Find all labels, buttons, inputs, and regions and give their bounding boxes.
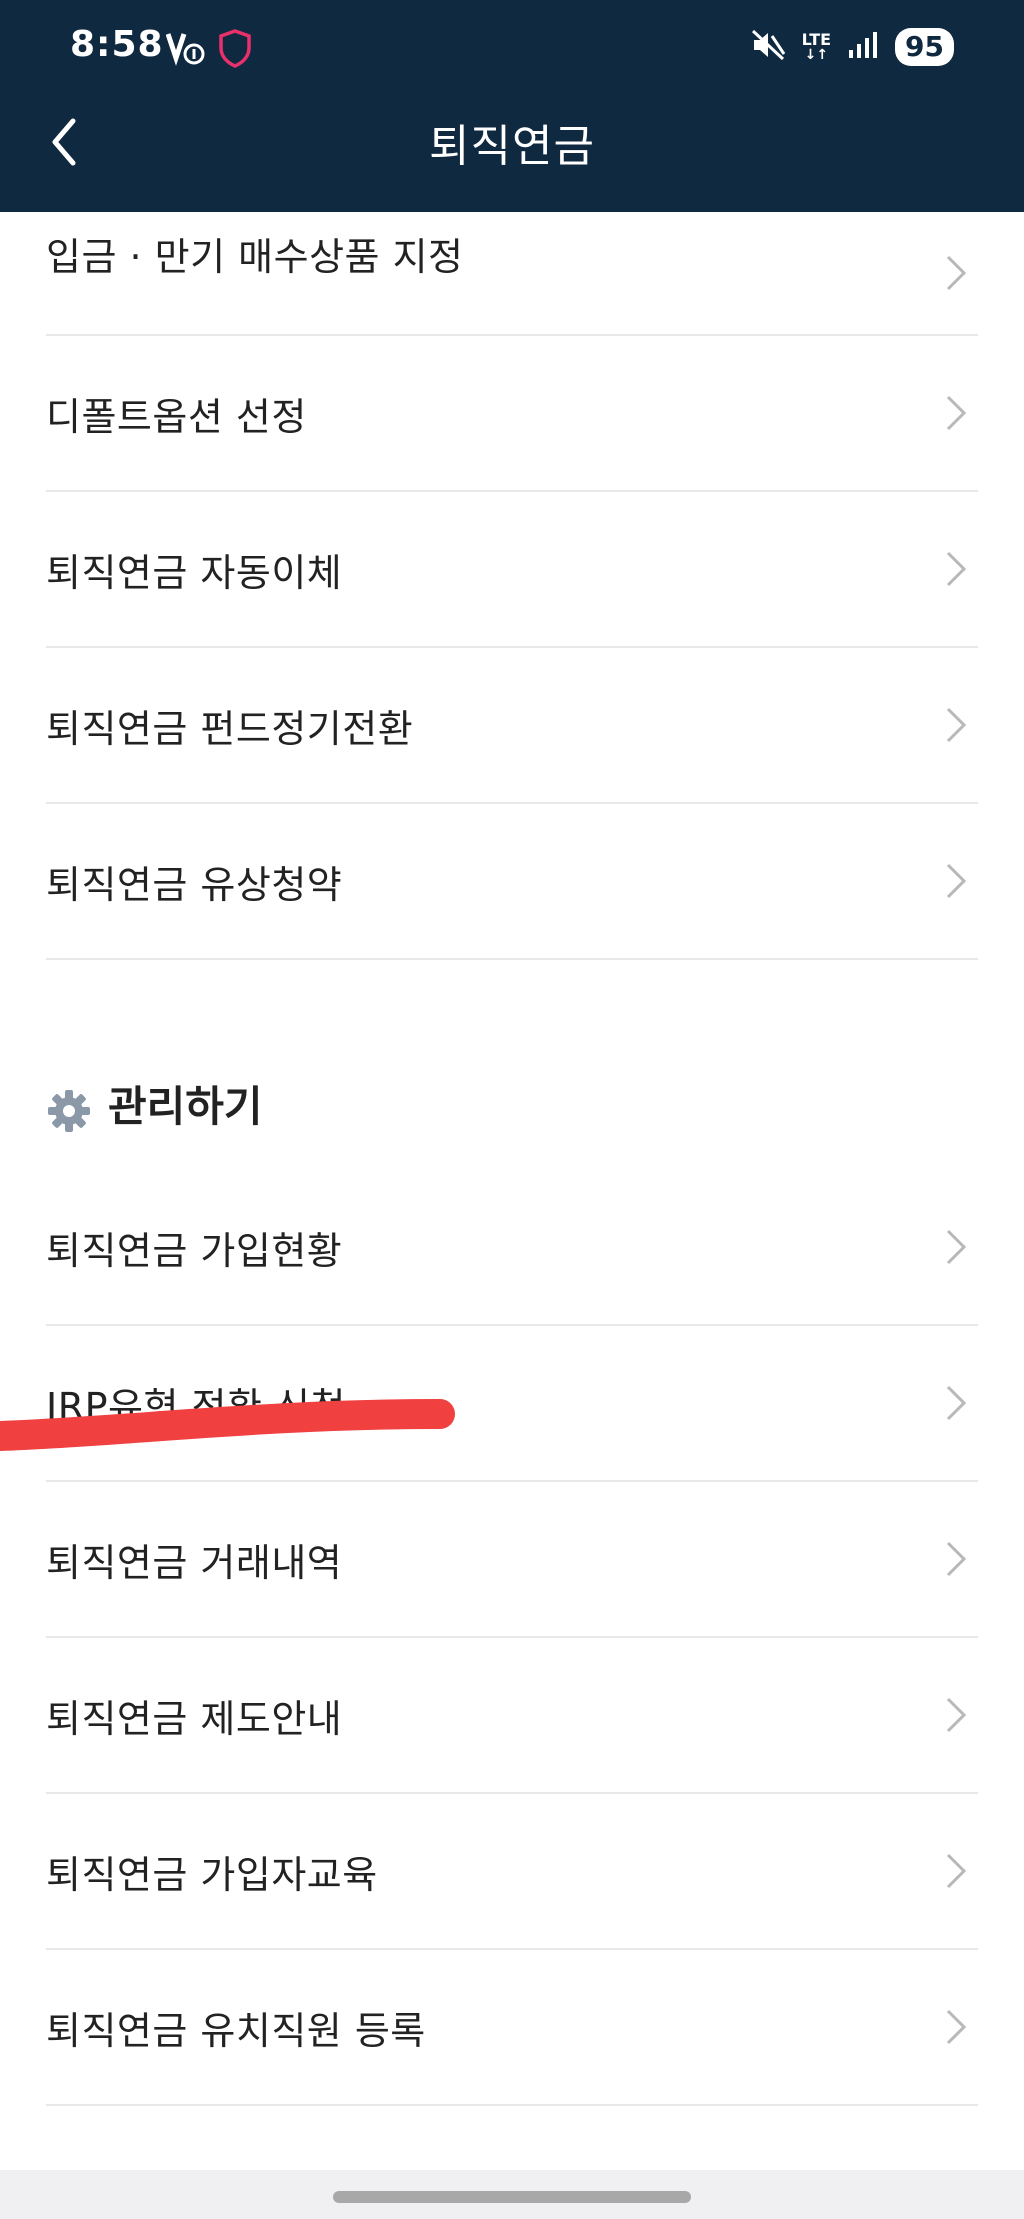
menu-item-system-guide[interactable]: 퇴직연금 제도안내	[46, 1638, 978, 1794]
page-title: 퇴직연금	[429, 121, 595, 172]
menu-item-label: 입금 · 만기 매수상품 지정	[46, 235, 464, 279]
menu-item-label: 퇴직연금 자동이체	[46, 550, 343, 595]
chevron-right-icon	[946, 863, 967, 899]
battery-indicator: 95	[895, 28, 954, 66]
menu-item-referral-staff[interactable]: 퇴직연금 유치직원 등록	[46, 1950, 978, 2106]
navigation-bar	[0, 2170, 1024, 2219]
chevron-right-icon	[946, 551, 967, 587]
menu-item-enrollment-status[interactable]: 퇴직연금 가입현황	[46, 1170, 978, 1326]
menu-item-label: 퇴직연금 가입현황	[46, 1228, 343, 1273]
chevron-right-icon	[946, 1229, 967, 1265]
menu-item-subscriber-education[interactable]: 퇴직연금 가입자교육	[46, 1794, 978, 1950]
lte-icon: LTE ↓↑	[801, 29, 832, 63]
menu-item-transaction-history[interactable]: 퇴직연금 거래내역	[46, 1482, 978, 1638]
section-title: 관리하기	[108, 1082, 263, 1131]
signal-icon	[847, 30, 879, 64]
menu-item-label: 퇴직연금 펀드정기전환	[46, 706, 414, 751]
menu-item-irp-type-switch[interactable]: IRP유형 전환 신청	[46, 1326, 978, 1482]
menu-item-fund-switch[interactable]: 퇴직연금 펀드정기전환	[46, 648, 978, 804]
menu-item-rights-offering[interactable]: 퇴직연금 유상청약	[46, 804, 978, 960]
chevron-right-icon	[946, 1697, 967, 1733]
section-header-manage: 관리하기	[46, 960, 978, 1170]
status-time: 8:58	[70, 24, 164, 65]
chevron-right-icon	[946, 707, 967, 743]
chevron-right-icon	[946, 1541, 967, 1577]
chevron-right-icon	[946, 1853, 967, 1889]
chevron-right-icon	[946, 395, 967, 431]
gear-icon	[48, 1090, 90, 1132]
menu-item-label: 퇴직연금 유치직원 등록	[46, 2008, 426, 2053]
menu-item-label: 퇴직연금 거래내역	[46, 1540, 343, 1585]
chevron-right-icon	[946, 1385, 967, 1421]
chevron-right-icon	[946, 255, 967, 291]
menu-content: 입금 · 만기 매수상품 지정 디폴트옵션 선정 퇴직연금 자동이체 퇴직연금 …	[0, 212, 1024, 2106]
menu-item-label: 디폴트옵션 선정	[46, 394, 307, 439]
menu-item-auto-transfer[interactable]: 퇴직연금 자동이체	[46, 492, 978, 648]
menu-item-label: IRP유형 전환 신청	[46, 1384, 346, 1429]
status-left-icons	[165, 28, 252, 72]
menu-item-default-option[interactable]: 디폴트옵션 선정	[46, 336, 978, 492]
home-indicator[interactable]	[333, 2191, 691, 2203]
chevron-right-icon	[946, 2009, 967, 2045]
menu-item-label: 퇴직연금 가입자교육	[46, 1852, 378, 1897]
menu-item-label: 퇴직연금 유상청약	[46, 862, 343, 907]
shield-icon	[218, 28, 252, 72]
status-right-icons: LTE ↓↑ 95	[750, 28, 954, 66]
app-header: 8:58 LTE ↓↑ 95 퇴직연금	[0, 0, 1024, 212]
menu-item-deposit-maturity[interactable]: 입금 · 만기 매수상품 지정	[46, 212, 978, 336]
menu-item-label: 퇴직연금 제도안내	[46, 1696, 343, 1741]
mute-icon	[750, 28, 786, 66]
vpn-key-icon	[165, 28, 210, 72]
